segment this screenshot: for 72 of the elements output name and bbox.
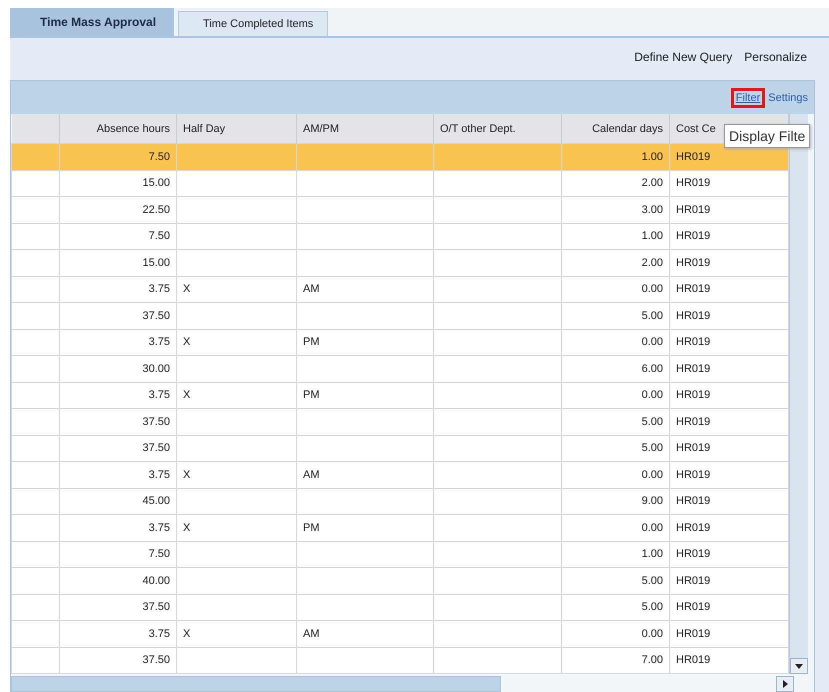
table-cell: 7.00 [562, 647, 670, 674]
table-cell: 5.00 [562, 594, 670, 620]
table-cell: 3.75 [60, 276, 176, 302]
table-cell: 0.00 [562, 329, 670, 356]
table-cell: HR019 [670, 435, 788, 462]
table-cell: HR019 [670, 356, 788, 382]
table-cell: 37.50 [60, 408, 176, 435]
table-cell: 1.00 [562, 223, 670, 250]
table-cell: 22.50 [60, 196, 176, 223]
table-cell: X [176, 276, 296, 302]
table-cell: PM [296, 514, 434, 541]
table-cell: HR019 [670, 462, 788, 488]
table-cell: 7.50 [60, 144, 176, 170]
table-cell: 2.00 [562, 250, 670, 276]
table-cell: 0.00 [562, 276, 670, 302]
table-cell: HR019 [670, 250, 788, 276]
table-cell: 0.00 [562, 620, 670, 647]
table-cell: HR019 [670, 408, 788, 435]
table-cell: 3.00 [562, 196, 670, 223]
table-cell: 3.75 [60, 462, 176, 488]
table-cell: 5.00 [562, 435, 670, 462]
table-cell: HR019 [670, 568, 788, 594]
table-cell: 3.75 [60, 514, 176, 541]
table-cell: 2.00 [562, 170, 670, 196]
table-cell: 40.00 [60, 568, 176, 594]
table-cell: X [176, 462, 296, 488]
table-cell: 7.50 [60, 541, 176, 568]
table-cell: PM [296, 329, 434, 356]
table-cell: HR019 [670, 541, 788, 568]
table-cell: X [176, 514, 296, 541]
table-cell: X [176, 329, 296, 356]
table-cell: HR019 [670, 620, 788, 647]
table-cell: 3.75 [60, 329, 176, 356]
table-cell: PM [296, 382, 434, 408]
table-cell: HR019 [670, 170, 788, 196]
table-cell: 15.00 [60, 250, 176, 276]
table-cell: AM [296, 462, 434, 488]
table-cell: HR019 [670, 647, 788, 674]
table-cell: 1.00 [562, 144, 670, 170]
tooltip: Display Filte [724, 124, 810, 148]
table-cell: 0.00 [562, 382, 670, 408]
table-cell: HR019 [670, 196, 788, 223]
table-cell: 30.00 [60, 356, 176, 382]
table-cell: AM [296, 276, 434, 302]
table-cell: 9.00 [562, 488, 670, 514]
table-cell: 5.00 [562, 568, 670, 594]
table-cell: HR019 [670, 514, 788, 541]
table-cell: 37.50 [60, 302, 176, 329]
table-cell: HR019 [670, 488, 788, 514]
table-cell: HR019 [670, 276, 788, 302]
table-cell: 5.00 [562, 302, 670, 329]
table-cell: 37.50 [60, 435, 176, 462]
table-cell: AM [296, 620, 434, 647]
table-cell: 6.00 [562, 356, 670, 382]
table-cell: HR019 [670, 329, 788, 356]
table-cell: 45.00 [60, 488, 176, 514]
table-cell: 3.75 [60, 382, 176, 408]
table-cell: 7.50 [60, 223, 176, 250]
table-cell: 37.50 [60, 647, 176, 674]
table-cell: X [176, 620, 296, 647]
table-cell: 0.00 [562, 514, 670, 541]
table-cell: 0.00 [562, 462, 670, 488]
table-cell: 5.00 [562, 408, 670, 435]
table-cell: HR019 [670, 594, 788, 620]
table-cell: 15.00 [60, 170, 176, 196]
table-cell: HR019 [670, 382, 788, 408]
table-cell: 3.75 [60, 620, 176, 647]
table-cell: X [176, 382, 296, 408]
table-cell: HR019 [670, 302, 788, 329]
table-cell: 1.00 [562, 541, 670, 568]
table-cell: 37.50 [60, 594, 176, 620]
table-cell: HR019 [670, 223, 788, 250]
